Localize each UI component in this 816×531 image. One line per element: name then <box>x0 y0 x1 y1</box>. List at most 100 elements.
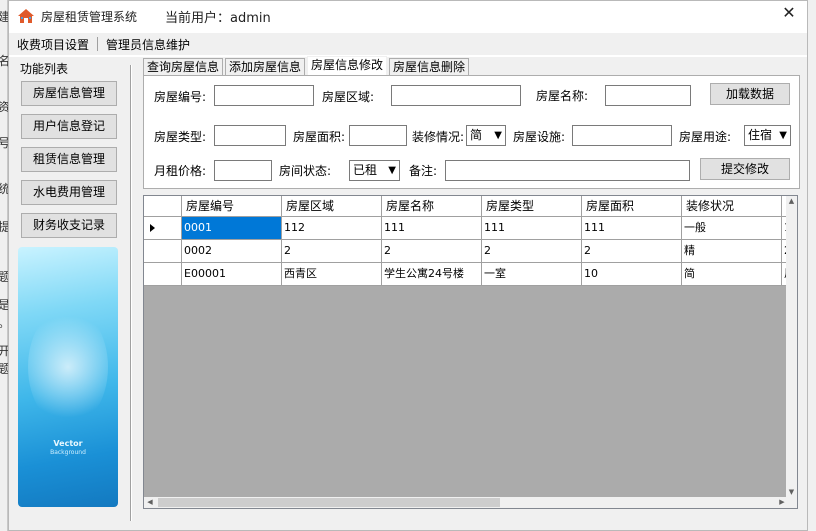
table-cell[interactable]: 0001 <box>182 217 282 240</box>
column-header[interactable]: 房屋编号 <box>182 196 282 217</box>
house-icon <box>18 9 34 23</box>
table-cell[interactable]: 2 <box>282 240 382 263</box>
column-header[interactable]: 房屋类型 <box>482 196 582 217</box>
area-input[interactable] <box>391 85 521 106</box>
current-user-label: 当前用户：admin <box>165 10 271 26</box>
note-input[interactable] <box>445 160 690 181</box>
usage-selected-value: 住宿 <box>748 128 773 142</box>
decor-label: 装修情况: <box>412 130 465 144</box>
usage-select[interactable]: 住宿 ▼ <box>744 125 791 146</box>
banner-subtitle: Background <box>50 449 86 456</box>
house-no-label: 房屋编号: <box>154 90 207 104</box>
lease-info-button[interactable]: 租赁信息管理 <box>21 147 117 172</box>
table-cell[interactable]: 一般 <box>682 217 782 240</box>
tab-query-house[interactable]: 查询房屋信息 <box>143 58 224 75</box>
column-header[interactable]: 房屋面积 <box>582 196 682 217</box>
edit-form: 房屋编号: 房屋区域: 房屋名称: 加载数据 房屋类型: 房屋面积: 装修情况:… <box>143 75 800 189</box>
table-cell[interactable]: 2 <box>582 240 682 263</box>
type-input[interactable] <box>214 125 286 146</box>
table-cell[interactable]: 111 <box>482 217 582 240</box>
main-window: 房屋租赁管理系统 当前用户：admin ✕ 收费项目设置 管理员信息维护 功能列… <box>8 0 808 531</box>
house-data-grid[interactable]: 房屋编号 房屋区域 房屋名称 房屋类型 房屋面积 装修状况 房 0001 112… <box>143 195 798 509</box>
row-header[interactable] <box>144 217 182 240</box>
facility-label: 房屋设施: <box>513 130 566 144</box>
grid-viewport: 房屋编号 房屋区域 房屋名称 房屋类型 房屋面积 装修状况 房 0001 112… <box>144 196 788 498</box>
type-label: 房屋类型: <box>154 130 207 144</box>
column-header[interactable]: 装修状况 <box>682 196 782 217</box>
size-label: 房屋面积: <box>293 130 346 144</box>
table-cell[interactable]: 111 <box>582 217 682 240</box>
scroll-up-icon[interactable]: ▲ <box>786 196 797 207</box>
table-cell[interactable]: 111 <box>382 217 482 240</box>
current-row-arrow-icon <box>150 224 155 232</box>
function-list-label: 功能列表 <box>20 62 69 76</box>
table-row[interactable]: 0001 112 111 111 111 一般 1 <box>144 217 787 240</box>
size-input[interactable] <box>349 125 407 146</box>
banner-title: Vector <box>53 439 83 448</box>
function-panel: 功能列表 房屋信息管理 用户信息登记 租赁信息管理 水电费用管理 财务收支记录 … <box>12 61 128 521</box>
chevron-down-icon: ▼ <box>388 165 396 176</box>
table-row[interactable]: E00001 西青区 学生公寓24号楼 一室 10 简 风 <box>144 263 787 286</box>
decor-selected-value: 简 <box>470 128 483 142</box>
window-title: 房屋租赁管理系统 <box>41 9 138 24</box>
table-cell[interactable]: 一室 <box>482 263 582 286</box>
tab-add-house[interactable]: 添加房屋信息 <box>225 58 306 75</box>
table-cell[interactable]: 0002 <box>182 240 282 263</box>
table-cell[interactable]: 2 <box>382 240 482 263</box>
tab-edit-house[interactable]: 房屋信息修改 <box>307 56 388 75</box>
chevron-down-icon: ▼ <box>494 130 502 141</box>
column-header[interactable]: 房屋区域 <box>282 196 382 217</box>
background-window-edge: 建 名 资 号 统 提 题 是 。 开 题 <box>0 0 10 531</box>
table-cell[interactable]: 112 <box>282 217 382 240</box>
scrollbar-corner <box>786 497 797 508</box>
status-label: 房间状态: <box>279 164 332 178</box>
menu-bar: 收费项目设置 管理员信息维护 <box>9 33 807 55</box>
panel-divider <box>130 65 132 521</box>
note-label: 备注: <box>409 164 438 178</box>
table-cell[interactable]: 简 <box>682 263 782 286</box>
tab-strip: 查询房屋信息 添加房屋信息 房屋信息修改 房屋信息删除 <box>143 56 471 75</box>
vertical-scrollbar[interactable]: ▲ ▼ <box>786 196 797 498</box>
table-row[interactable]: 0002 2 2 2 2 精 2 <box>144 240 787 263</box>
usage-label: 房屋用途: <box>679 130 732 144</box>
finance-record-button[interactable]: 财务收支记录 <box>21 213 117 238</box>
load-data-button[interactable]: 加载数据 <box>710 83 790 105</box>
rent-label: 月租价格: <box>154 164 207 178</box>
close-button[interactable]: ✕ <box>777 3 801 25</box>
decor-select[interactable]: 简 ▼ <box>466 125 506 146</box>
title-bar: 房屋租赁管理系统 当前用户：admin ✕ <box>9 1 807 31</box>
name-input[interactable] <box>605 85 691 106</box>
row-header[interactable] <box>144 240 182 263</box>
decorative-banner: Vector Background <box>18 247 118 507</box>
table-cell[interactable]: 学生公寓24号楼 <box>382 263 482 286</box>
menu-fee-settings[interactable]: 收费项目设置 <box>9 36 97 53</box>
grid-corner[interactable] <box>144 196 182 217</box>
submit-edit-button[interactable]: 提交修改 <box>700 158 790 180</box>
user-register-button[interactable]: 用户信息登记 <box>21 114 117 139</box>
table-cell[interactable]: 10 <box>582 263 682 286</box>
row-header[interactable] <box>144 263 182 286</box>
table-cell[interactable]: 精 <box>682 240 782 263</box>
utility-fee-button[interactable]: 水电费用管理 <box>21 180 117 205</box>
tab-delete-house[interactable]: 房屋信息删除 <box>389 58 470 75</box>
status-select[interactable]: 已租 ▼ <box>349 160 400 181</box>
facility-input[interactable] <box>572 125 672 146</box>
house-info-button[interactable]: 房屋信息管理 <box>21 81 117 106</box>
column-header[interactable]: 房屋名称 <box>382 196 482 217</box>
status-selected-value: 已租 <box>353 163 378 177</box>
chevron-down-icon: ▼ <box>779 130 787 141</box>
banner-glow <box>28 307 108 427</box>
main-area: 功能列表 房屋信息管理 用户信息登记 租赁信息管理 水电费用管理 财务收支记录 … <box>9 56 807 530</box>
scroll-left-icon[interactable]: ◀ <box>144 497 156 508</box>
rent-input[interactable] <box>214 160 272 181</box>
table-cell[interactable]: 西青区 <box>282 263 382 286</box>
area-label: 房屋区域: <box>322 90 375 104</box>
grid-header-row: 房屋编号 房屋区域 房屋名称 房屋类型 房屋面积 装修状况 房 <box>144 196 787 217</box>
name-label: 房屋名称: <box>536 89 589 103</box>
house-no-input[interactable] <box>214 85 314 106</box>
table-cell[interactable]: 2 <box>482 240 582 263</box>
menu-admin-maintenance[interactable]: 管理员信息维护 <box>98 36 198 53</box>
table-cell[interactable]: E00001 <box>182 263 282 286</box>
scroll-thumb[interactable] <box>158 498 500 507</box>
horizontal-scrollbar[interactable]: ◀ ▶ <box>144 497 788 508</box>
